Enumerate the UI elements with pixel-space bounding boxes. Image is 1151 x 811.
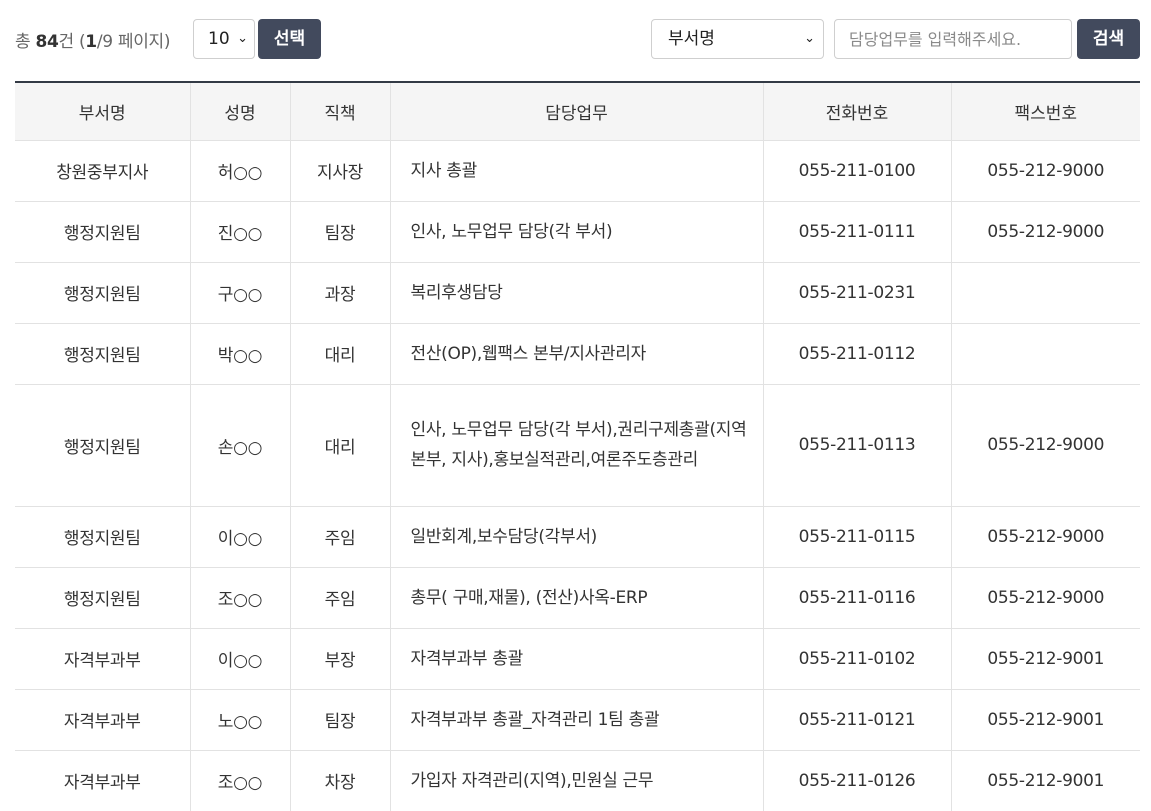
cell-name: 노○○ xyxy=(190,689,291,751)
column-header-position: 직책 xyxy=(290,82,391,141)
total-count: 84 xyxy=(35,32,59,52)
cell-fax: 055-212-9001 xyxy=(951,689,1140,751)
table-row: 창원중부지사 허○○ 지사장 지사 총괄 055-211-0100 055-21… xyxy=(15,140,1140,202)
cell-name: 이○○ xyxy=(190,506,291,568)
column-header-department: 부서명 xyxy=(15,82,191,141)
cell-department: 행정지원팀 xyxy=(15,384,191,507)
cell-phone: 055-211-0102 xyxy=(763,628,952,690)
table-row: 자격부과부 노○○ 팀장 자격부과부 총괄_자격관리 1팀 총괄 055-211… xyxy=(15,689,1140,751)
department-select[interactable]: 부서명 ⌄ xyxy=(651,19,824,59)
column-header-fax: 팩스번호 xyxy=(951,82,1140,141)
page-size-select[interactable]: 10 ⌄ xyxy=(193,19,255,59)
choose-button[interactable]: 선택 xyxy=(258,19,321,59)
current-page: 1 xyxy=(85,32,97,52)
cell-fax: 055-212-9000 xyxy=(951,201,1140,263)
search-button[interactable]: 검색 xyxy=(1077,19,1140,59)
cell-department: 행정지원팀 xyxy=(15,506,191,568)
cell-duty: 가입자 자격관리(지역),민원실 근무 xyxy=(390,750,764,811)
cell-department: 행정지원팀 xyxy=(15,323,191,385)
cell-fax: 055-212-9001 xyxy=(951,628,1140,690)
cell-phone: 055-211-0126 xyxy=(763,750,952,811)
cell-position: 차장 xyxy=(290,750,391,811)
column-header-duty: 담당업무 xyxy=(390,82,764,141)
column-header-phone: 전화번호 xyxy=(763,82,952,141)
cell-duty: 자격부과부 총괄_자격관리 1팀 총괄 xyxy=(390,689,764,751)
table-row: 행정지원팀 구○○ 과장 복리후생담당 055-211-0231 xyxy=(15,262,1140,324)
cell-duty: 복리후생담당 xyxy=(390,262,764,324)
department-select-value: 부서명 xyxy=(668,29,715,49)
cell-phone: 055-211-0111 xyxy=(763,201,952,263)
page-size-value: 10 xyxy=(208,29,230,49)
staff-directory-table: 부서명 성명 직책 담당업무 전화번호 팩스번호 창원중부지사 허○○ 지사장 … xyxy=(15,81,1140,811)
chevron-down-icon: ⌄ xyxy=(237,31,248,46)
chevron-down-icon: ⌄ xyxy=(804,31,815,46)
cell-position: 주임 xyxy=(290,567,391,629)
toolbar: 총 84건 (1/9 페이지) 10 ⌄ 선택 부서명 ⌄ 검색 xyxy=(15,18,1140,59)
cell-department: 행정지원팀 xyxy=(15,262,191,324)
table-row: 행정지원팀 이○○ 주임 일반회계,보수담당(각부서) 055-211-0115… xyxy=(15,506,1140,568)
cell-department: 행정지원팀 xyxy=(15,567,191,629)
cell-name: 진○○ xyxy=(190,201,291,263)
cell-department: 행정지원팀 xyxy=(15,201,191,263)
cell-fax: 055-212-9000 xyxy=(951,567,1140,629)
cell-phone: 055-211-0112 xyxy=(763,323,952,385)
cell-fax: 055-212-9001 xyxy=(951,750,1140,811)
cell-department: 창원중부지사 xyxy=(15,140,191,202)
search-input[interactable] xyxy=(834,19,1072,59)
cell-name: 허○○ xyxy=(190,140,291,202)
cell-position: 지사장 xyxy=(290,140,391,202)
cell-fax xyxy=(951,262,1140,324)
cell-fax xyxy=(951,323,1140,385)
cell-duty: 전산(OP),웹팩스 본부/지사관리자 xyxy=(390,323,764,385)
table-header-row: 부서명 성명 직책 담당업무 전화번호 팩스번호 xyxy=(15,82,1140,141)
cell-duty: 지사 총괄 xyxy=(390,140,764,202)
cell-duty: 인사, 노무업무 담당(각 부서),권리구제총괄(지역본부, 지사),홍보실적관… xyxy=(390,384,764,507)
count-prefix: 총 xyxy=(15,32,36,52)
cell-name: 조○○ xyxy=(190,750,291,811)
cell-position: 부장 xyxy=(290,628,391,690)
cell-name: 박○○ xyxy=(190,323,291,385)
cell-fax: 055-212-9000 xyxy=(951,384,1140,507)
cell-name: 이○○ xyxy=(190,628,291,690)
cell-position: 대리 xyxy=(290,323,391,385)
cell-department: 자격부과부 xyxy=(15,628,191,690)
cell-department: 자격부과부 xyxy=(15,689,191,751)
table-body: 창원중부지사 허○○ 지사장 지사 총괄 055-211-0100 055-21… xyxy=(15,140,1140,811)
cell-name: 구○○ xyxy=(190,262,291,324)
cell-duty: 자격부과부 총괄 xyxy=(390,628,764,690)
column-header-name: 성명 xyxy=(190,82,291,141)
count-unit: 건 ( xyxy=(58,32,86,52)
cell-department: 자격부과부 xyxy=(15,750,191,811)
cell-phone: 055-211-0121 xyxy=(763,689,952,751)
cell-position: 과장 xyxy=(290,262,391,324)
cell-duty: 인사, 노무업무 담당(각 부서) xyxy=(390,201,764,263)
cell-position: 팀장 xyxy=(290,201,391,263)
cell-position: 대리 xyxy=(290,384,391,507)
cell-duty: 총무( 구매,재물), (전산)사옥-ERP xyxy=(390,567,764,629)
cell-phone: 055-211-0100 xyxy=(763,140,952,202)
cell-fax: 055-212-9000 xyxy=(951,140,1140,202)
cell-phone: 055-211-0115 xyxy=(763,506,952,568)
cell-name: 조○○ xyxy=(190,567,291,629)
total-pages: /9 페이지) xyxy=(96,32,171,52)
table-row: 행정지원팀 손○○ 대리 인사, 노무업무 담당(각 부서),권리구제총괄(지역… xyxy=(15,384,1140,507)
table-row: 행정지원팀 조○○ 주임 총무( 구매,재물), (전산)사옥-ERP 055-… xyxy=(15,567,1140,629)
cell-position: 주임 xyxy=(290,506,391,568)
table-row: 자격부과부 조○○ 차장 가입자 자격관리(지역),민원실 근무 055-211… xyxy=(15,750,1140,811)
table-row: 자격부과부 이○○ 부장 자격부과부 총괄 055-211-0102 055-2… xyxy=(15,628,1140,690)
table-row: 행정지원팀 진○○ 팀장 인사, 노무업무 담당(각 부서) 055-211-0… xyxy=(15,201,1140,263)
table-row: 행정지원팀 박○○ 대리 전산(OP),웹팩스 본부/지사관리자 055-211… xyxy=(15,323,1140,385)
cell-name: 손○○ xyxy=(190,384,291,507)
cell-phone: 055-211-0231 xyxy=(763,262,952,324)
result-count: 총 84건 (1/9 페이지) xyxy=(15,27,171,52)
cell-phone: 055-211-0116 xyxy=(763,567,952,629)
cell-position: 팀장 xyxy=(290,689,391,751)
cell-fax: 055-212-9000 xyxy=(951,506,1140,568)
cell-phone: 055-211-0113 xyxy=(763,384,952,507)
cell-duty: 일반회계,보수담당(각부서) xyxy=(390,506,764,568)
